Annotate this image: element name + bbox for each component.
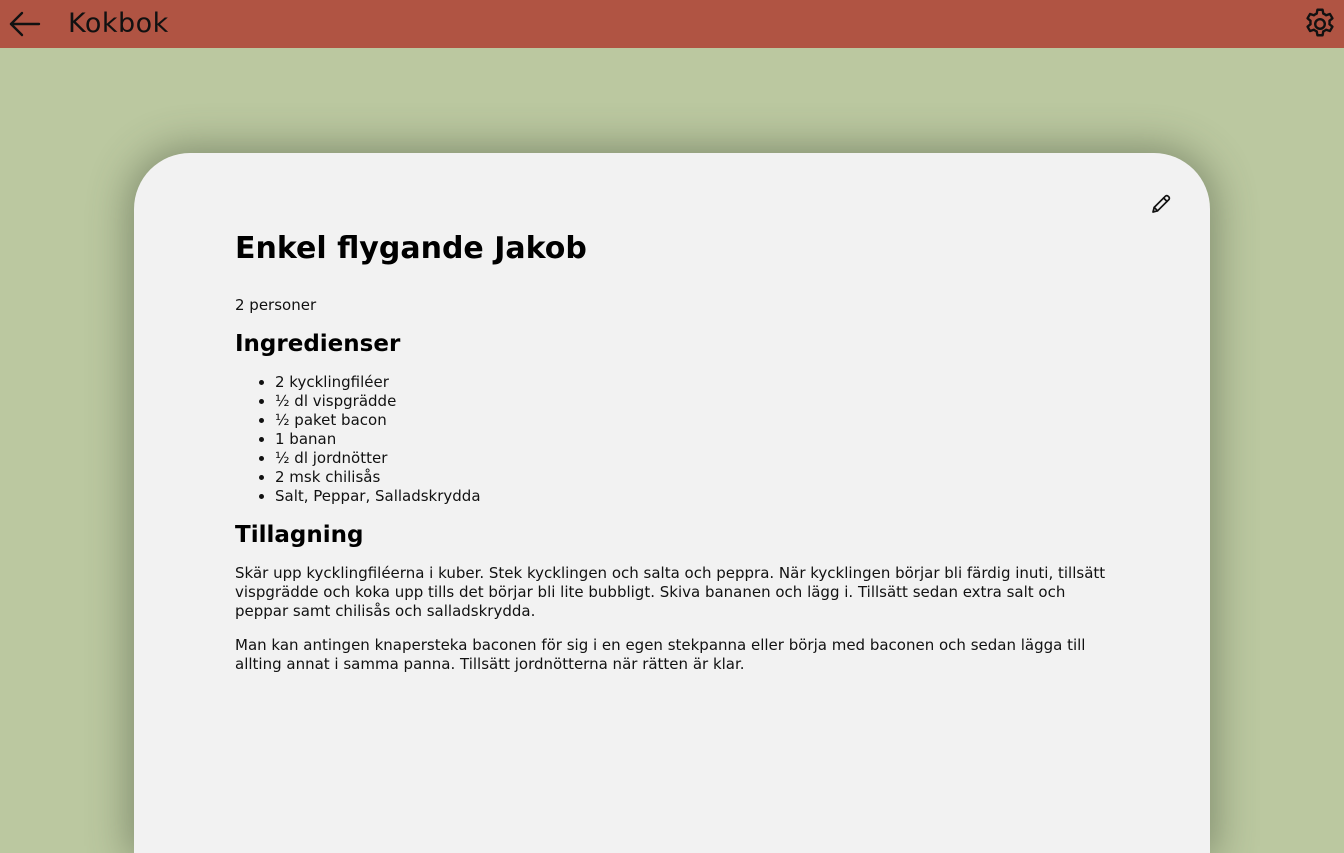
instructions-heading: Tillagning xyxy=(235,522,364,548)
ingredient-item: ½ dl jordnötter xyxy=(275,449,1115,468)
back-button[interactable] xyxy=(8,8,42,40)
ingredient-item: 2 kycklingfiléer xyxy=(275,373,1115,392)
ingredient-item: ½ paket bacon xyxy=(275,411,1115,430)
instruction-paragraph: Man kan antingen knapersteka baconen för… xyxy=(235,636,1086,673)
ingredients-heading: Ingredienser xyxy=(235,331,401,357)
app-title: Kokbok xyxy=(68,8,169,39)
ingredient-item: 2 msk chilisås xyxy=(275,468,1115,487)
settings-button[interactable] xyxy=(1302,6,1338,42)
recipe-card: Enkel flygande Jakob 2 personer Ingredie… xyxy=(134,153,1210,853)
pencil-icon xyxy=(1152,194,1171,213)
edit-button[interactable] xyxy=(1149,192,1173,216)
ingredient-item: ½ dl vispgrädde xyxy=(275,392,1115,411)
recipe-title: Enkel flygande Jakob xyxy=(235,231,587,266)
ingredient-item: Salt, Peppar, Salladskrydda xyxy=(275,487,1115,506)
app-header: Kokbok xyxy=(0,0,1344,48)
servings-text: 2 personer xyxy=(235,296,317,314)
ingredients-list: 2 kycklingfiléer ½ dl vispgrädde ½ paket… xyxy=(235,373,1115,506)
gear-icon xyxy=(1306,8,1334,37)
recipe-content: Enkel flygande Jakob 2 personer Ingredie… xyxy=(235,229,1115,674)
arrow-left-icon xyxy=(9,11,41,37)
ingredient-item: 1 banan xyxy=(275,430,1115,449)
instruction-paragraph: Skär upp kycklingfiléerna i kuber. Stek … xyxy=(235,564,1106,620)
